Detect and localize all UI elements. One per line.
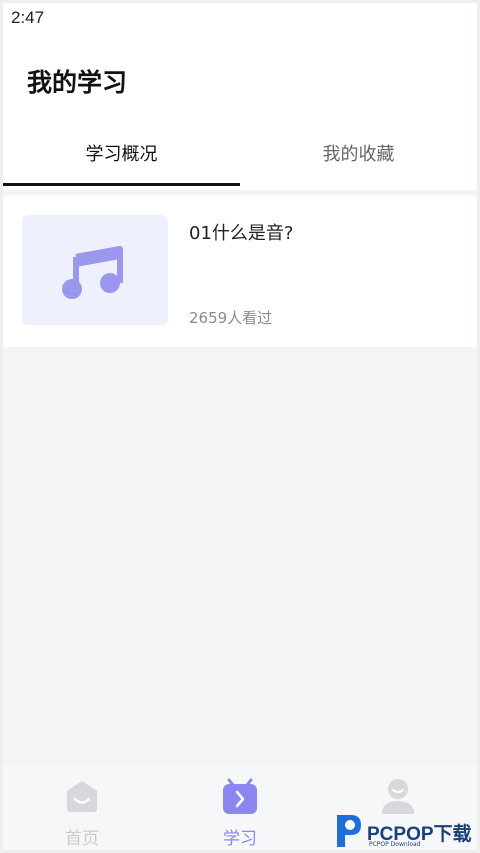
tab-study-overview[interactable]: 学习概况 [3, 135, 240, 187]
watermark-logo: PCPOP下载 PCPOP Download [331, 811, 480, 853]
app-screen: 2:47 我的学习 学习概况 我的收藏 01什么是音? 2659人看过 首页 学… [0, 0, 480, 853]
profile-icon [382, 779, 414, 814]
status-bar-time: 2:47 [11, 8, 45, 27]
music-note-icon [62, 246, 123, 299]
nav-study[interactable]: 学习 [161, 763, 319, 850]
nav-study-label: 学习 [223, 829, 257, 849]
tab-my-favorites[interactable]: 我的收藏 [240, 135, 477, 187]
home-icon [67, 781, 97, 812]
page-title: 我的学习 [27, 68, 128, 97]
pcpop-logo-icon [337, 815, 361, 847]
nav-home[interactable]: 首页 [3, 763, 161, 850]
study-icon [223, 778, 257, 814]
watermark-subtext: PCPOP Download [369, 841, 421, 848]
nav-home-label: 首页 [65, 829, 99, 849]
course-card[interactable]: 01什么是音? 2659人看过 [3, 195, 477, 347]
tab-bar: 学习概况 我的收藏 [3, 135, 477, 187]
course-thumbnail [22, 215, 168, 325]
course-title: 01什么是音? [189, 223, 294, 244]
course-view-count: 2659人看过 [189, 309, 273, 327]
active-tab-indicator [3, 183, 240, 186]
header-area: 2:47 我的学习 学习概况 我的收藏 [3, 3, 477, 190]
